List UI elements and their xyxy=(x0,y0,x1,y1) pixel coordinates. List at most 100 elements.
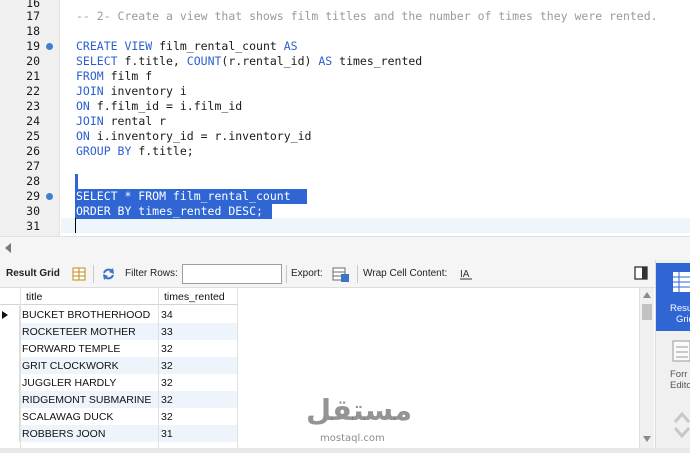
grid-layout-icon[interactable] xyxy=(72,267,86,281)
line-number: 22 xyxy=(26,84,40,98)
export-label: Export: xyxy=(291,268,323,279)
row-marker xyxy=(0,408,20,425)
line-number: 29 xyxy=(26,189,40,203)
table-row[interactable]: GRIT CLOCKWORK 32 xyxy=(0,357,238,374)
result-grid-label[interactable]: Result Grid xyxy=(6,268,60,279)
table-row[interactable]: SCALAWAG DUCK 32 xyxy=(0,408,238,425)
column-divider xyxy=(158,288,159,448)
scroll-left-arrow-icon[interactable] xyxy=(3,242,13,254)
column-divider xyxy=(20,288,21,448)
cell-times-rented[interactable]: 32 xyxy=(161,360,173,372)
side-tab-label: Grid xyxy=(676,314,690,325)
table-row[interactable]: JUGGLER HARDLY 32 xyxy=(0,374,238,391)
sql-text: film_rental_count xyxy=(152,39,284,53)
result-toolbar: Result Grid Filter Rows: Export: Wrap Ce… xyxy=(0,260,690,288)
sql-keyword: ON xyxy=(76,99,90,113)
line-number: 19 xyxy=(26,39,40,53)
panel-splitter[interactable] xyxy=(0,236,690,260)
sql-editor[interactable]: 16 17 -- 2- Create a view that shows fil… xyxy=(0,0,690,236)
sql-keyword: JOIN xyxy=(76,84,104,98)
result-grid-side-tab[interactable]: Resu Grid xyxy=(656,263,690,331)
cell-title[interactable]: ROBBERS JOON xyxy=(22,428,105,440)
cell-times-rented[interactable]: 32 xyxy=(161,377,173,389)
selected-sql-text: ORDER BY times_rented DESC; xyxy=(76,204,263,218)
side-tab-label: Resu xyxy=(670,303,690,314)
code-line: 20 SELECT f.title, COUNT(r.rental_id) AS… xyxy=(0,54,690,69)
sql-keyword: GROUP BY xyxy=(76,144,132,158)
cell-times-rented[interactable]: 33 xyxy=(161,326,173,338)
code-line: 22 JOIN inventory i xyxy=(0,84,690,99)
wrap-text-icon[interactable]: IA xyxy=(459,267,473,281)
table-row[interactable]: ROBBERS JOON 31 xyxy=(0,425,238,442)
cell-times-rented[interactable]: 32 xyxy=(161,411,173,423)
cell-title[interactable]: GRIT CLOCKWORK xyxy=(22,360,119,372)
status-strip xyxy=(0,448,690,453)
result-side-panel: Resu Grid Forr Edito xyxy=(655,260,690,453)
line-number: 26 xyxy=(26,144,40,158)
code-line: 19 CREATE VIEW film_rental_count AS xyxy=(0,39,690,54)
sql-keyword: CREATE VIEW xyxy=(76,39,153,53)
toggle-panel-icon[interactable] xyxy=(634,266,648,280)
code-line: 18 xyxy=(0,24,690,39)
code-line: 17 -- 2- Create a view that shows film t… xyxy=(0,9,690,24)
sql-text: (r.rental_id) xyxy=(221,54,319,68)
code-line: 24 JOIN rental r xyxy=(0,114,690,129)
code-line: 23 ON f.film_id = i.film_id xyxy=(0,99,690,114)
filter-rows-input[interactable] xyxy=(182,264,282,284)
scroll-up-arrow-icon[interactable] xyxy=(643,292,651,298)
cell-title[interactable]: JUGGLER HARDLY xyxy=(22,377,116,389)
sql-text: f.film_id = i.film_id xyxy=(89,99,243,113)
form-editor-side-tab[interactable]: Forr Edito xyxy=(656,336,690,396)
cell-times-rented[interactable]: 31 xyxy=(161,428,173,440)
line-number: 24 xyxy=(26,114,40,128)
line-number: 21 xyxy=(26,69,40,83)
code-line: 28 xyxy=(0,174,690,189)
line-number: 23 xyxy=(26,99,40,113)
code-line: 31 xyxy=(0,219,690,234)
mostaql-watermark-url: mostaql.com xyxy=(320,433,385,444)
filter-rows-label: Filter Rows: xyxy=(125,268,178,279)
wrap-cell-content-label: Wrap Cell Content: xyxy=(363,268,448,279)
sql-comment: -- 2- Create a view that shows film titl… xyxy=(76,9,658,23)
row-marker xyxy=(0,391,20,408)
scrollbar-thumb[interactable] xyxy=(642,304,652,320)
cell-times-rented[interactable]: 32 xyxy=(161,343,173,355)
sql-text: f.title, xyxy=(117,54,187,68)
toolbar-separator xyxy=(93,265,94,283)
table-row[interactable]: BUCKET BROTHERHOOD 34 xyxy=(0,306,238,323)
sql-text: film f xyxy=(103,69,153,83)
sql-keyword: AS xyxy=(318,54,333,68)
column-header-title[interactable]: title xyxy=(26,291,42,303)
panel-scroll-chevron-icon[interactable] xyxy=(674,410,690,440)
sql-keyword: SELECT xyxy=(76,54,118,68)
column-divider xyxy=(237,288,238,448)
row-marker xyxy=(0,425,20,442)
line-number: 31 xyxy=(26,219,40,233)
cell-title[interactable]: BUCKET BROTHERHOOD xyxy=(22,309,150,321)
toolbar-separator xyxy=(286,265,287,283)
code-line: 27 xyxy=(0,159,690,174)
refresh-icon[interactable] xyxy=(101,267,116,281)
side-tab-label: Forr xyxy=(670,369,688,380)
svg-text:IA: IA xyxy=(460,269,470,280)
export-icon[interactable] xyxy=(332,265,350,283)
line-number: 25 xyxy=(26,129,40,143)
table-row[interactable]: RIDGEMONT SUBMARINE 32 xyxy=(0,391,238,408)
code-line: 30 ORDER BY times_rented DESC; xyxy=(0,204,690,219)
sql-keyword: COUNT xyxy=(186,54,222,68)
table-row[interactable]: FORWARD TEMPLE 32 xyxy=(0,340,238,357)
result-grid-icon xyxy=(673,272,690,292)
cell-title[interactable]: SCALAWAG DUCK xyxy=(22,411,113,423)
table-row[interactable]: ROCKETEER MOTHER 33 xyxy=(0,323,238,340)
cell-title[interactable]: RIDGEMONT SUBMARINE xyxy=(22,394,151,406)
row-marker xyxy=(0,374,20,391)
cell-times-rented[interactable]: 34 xyxy=(161,309,173,321)
cell-title[interactable]: FORWARD TEMPLE xyxy=(22,343,120,355)
statement-marker-icon xyxy=(46,43,53,50)
line-number: 17 xyxy=(26,9,40,23)
cell-times-rented[interactable]: 32 xyxy=(161,394,173,406)
column-header-times-rented[interactable]: times_rented xyxy=(164,291,225,303)
scroll-down-arrow-icon[interactable] xyxy=(643,436,651,442)
cell-title[interactable]: ROCKETEER MOTHER xyxy=(22,326,136,338)
grid-vertical-scrollbar[interactable] xyxy=(639,288,654,448)
